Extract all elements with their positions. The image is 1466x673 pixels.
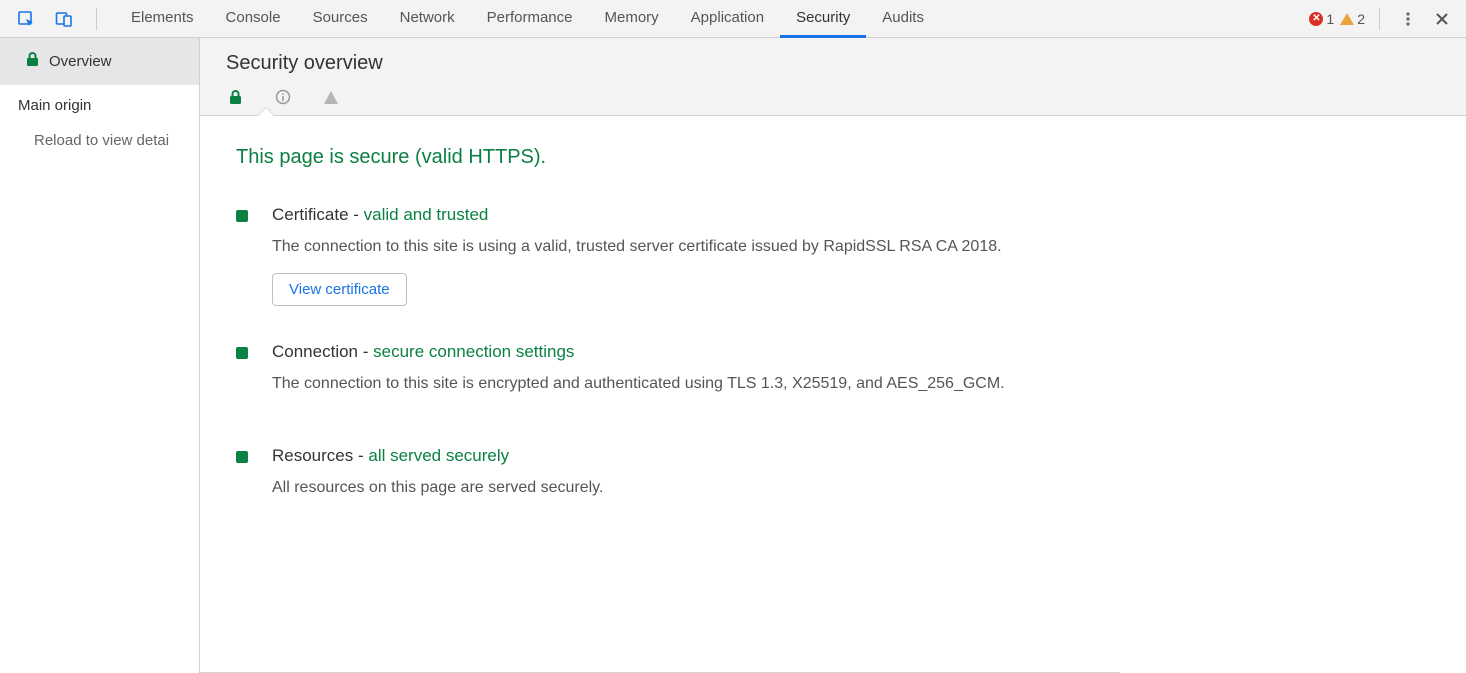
tab-security[interactable]: Security (780, 0, 866, 38)
security-main-header: Security overview (200, 38, 1466, 116)
security-overview-title: Security overview (226, 52, 1440, 75)
view-certificate-button[interactable]: View certificate (272, 273, 407, 306)
security-content: This page is secure (valid HTTPS). Certi… (200, 116, 1120, 673)
topbar-right-controls: ✕ 1 2 (1309, 5, 1460, 33)
sidebar-main-origin-heading: Main origin (0, 85, 199, 126)
sidebar-reload-hint: Reload to view detai (0, 126, 199, 155)
resources-desc: All resources on this page are served se… (272, 476, 1094, 500)
tab-network[interactable]: Network (384, 0, 471, 38)
close-icon[interactable] (1428, 5, 1456, 33)
error-count: 1 (1326, 11, 1334, 27)
section-marker (236, 205, 248, 306)
security-main: Security overview (200, 38, 1466, 673)
device-toolbar-icon[interactable] (50, 5, 78, 33)
status-secure-icon[interactable] (226, 90, 244, 105)
panel-tabs: Elements Console Sources Network Perform… (115, 0, 940, 37)
selected-status-caret (257, 107, 275, 116)
section-connection: Connection - secure connection settings … (236, 342, 1094, 410)
security-headline: This page is secure (valid HTTPS). (236, 146, 1094, 169)
security-status-icons (226, 89, 1440, 115)
lock-icon (26, 52, 39, 71)
tab-sources[interactable]: Sources (297, 0, 384, 38)
section-marker (236, 446, 248, 514)
tab-elements[interactable]: Elements (115, 0, 210, 38)
certificate-desc: The connection to this site is using a v… (272, 235, 1094, 259)
divider (1379, 8, 1380, 30)
devtools-topbar: Elements Console Sources Network Perform… (0, 0, 1466, 38)
connection-title: Connection - secure connection settings (272, 342, 1094, 362)
error-icon: ✕ (1309, 12, 1323, 26)
resources-title: Resources - all served securely (272, 446, 1094, 466)
divider (96, 8, 97, 30)
tab-audits[interactable]: Audits (866, 0, 940, 38)
error-count-badge[interactable]: ✕ 1 (1309, 11, 1334, 27)
warning-count-badge[interactable]: 2 (1340, 11, 1365, 27)
topbar-left-controls (6, 5, 111, 33)
tab-performance[interactable]: Performance (471, 0, 589, 38)
warning-icon (1340, 13, 1354, 25)
warning-count: 2 (1357, 11, 1365, 27)
tab-memory[interactable]: Memory (589, 0, 675, 38)
section-resources: Resources - all served securely All reso… (236, 446, 1094, 514)
connection-desc: The connection to this site is encrypted… (272, 372, 1094, 396)
section-certificate: Certificate - valid and trusted The conn… (236, 205, 1094, 306)
inspect-element-icon[interactable] (12, 5, 40, 33)
tab-console[interactable]: Console (210, 0, 297, 38)
sidebar-overview-label: Overview (49, 53, 112, 70)
section-marker (236, 342, 248, 410)
status-info-icon[interactable] (274, 89, 292, 105)
security-sidebar: Overview Main origin Reload to view deta… (0, 38, 200, 673)
certificate-title: Certificate - valid and trusted (272, 205, 1094, 225)
sidebar-item-overview[interactable]: Overview (0, 38, 199, 85)
more-options-icon[interactable] (1394, 5, 1422, 33)
status-warning-icon[interactable] (322, 90, 340, 105)
tab-application[interactable]: Application (675, 0, 780, 38)
body-wrap: Overview Main origin Reload to view deta… (0, 38, 1466, 673)
